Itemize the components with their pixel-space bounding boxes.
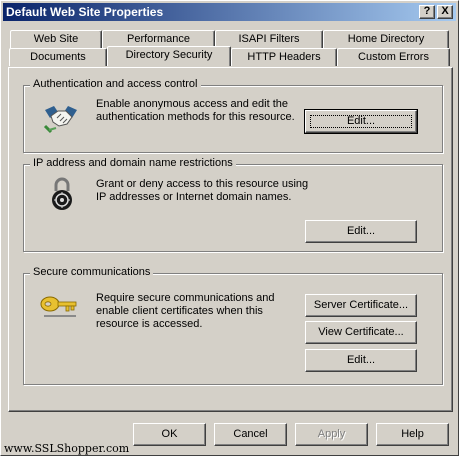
ip-group-title: IP address and domain name restrictions xyxy=(30,157,236,169)
secure-line-3: resource is accessed. xyxy=(96,318,203,330)
tab-label: Performance xyxy=(127,33,190,45)
tab-label: Custom Errors xyxy=(358,51,429,63)
tab-isapi-filters[interactable]: ISAPI Filters xyxy=(215,30,323,48)
tab-label: Directory Security xyxy=(125,49,213,61)
secure-edit-label: Edit... xyxy=(346,354,376,366)
auth-description: Enable anonymous access and edit the aut… xyxy=(96,98,295,124)
handshake-icon xyxy=(43,106,77,134)
ok-button[interactable]: OK xyxy=(133,423,206,446)
secure-line-2: enable client certificates when this xyxy=(96,305,263,317)
cancel-button[interactable]: Cancel xyxy=(214,423,287,446)
view-certificate-button[interactable]: View Certificate... xyxy=(305,321,417,344)
help-title-button[interactable]: ? xyxy=(419,5,435,19)
tab-label: HTTP Headers xyxy=(247,51,321,63)
focus-rect xyxy=(310,115,412,128)
properties-dialog: Default Web Site Properties ? X Web Site… xyxy=(0,0,459,456)
help-label: Help xyxy=(401,428,424,440)
watermark: www.SSLShopper.com xyxy=(4,442,130,455)
ip-edit-label: Edit... xyxy=(346,225,376,237)
server-certificate-label: Server Certificate... xyxy=(313,299,409,311)
auth-group: Authentication and access control Enable… xyxy=(23,78,443,153)
close-icon: X xyxy=(441,5,449,17)
help-question-icon: ? xyxy=(423,5,431,17)
tab-documents[interactable]: Documents xyxy=(9,48,107,66)
secure-line-1: Require secure communications and xyxy=(96,292,275,304)
padlock-icon xyxy=(52,177,72,210)
tab-home-directory[interactable]: Home Directory xyxy=(323,30,449,48)
close-title-button[interactable]: X xyxy=(437,5,453,19)
tab-directory-security[interactable]: Directory Security xyxy=(107,46,231,66)
apply-button[interactable]: Apply xyxy=(295,423,368,446)
tab-label: ISAPI Filters xyxy=(238,33,300,45)
secure-group-title: Secure communications xyxy=(30,266,154,278)
auth-edit-button[interactable]: Edit... xyxy=(304,109,418,134)
title-bar[interactable]: Default Web Site Properties ? X xyxy=(3,3,456,21)
tab-label: Web Site xyxy=(33,33,79,45)
directory-security-panel: Authentication and access control Enable… xyxy=(8,67,453,412)
ip-group: IP address and domain name restrictions … xyxy=(23,157,443,252)
ip-edit-button[interactable]: Edit... xyxy=(305,220,417,243)
secure-edit-button[interactable]: Edit... xyxy=(305,349,417,372)
view-certificate-label: View Certificate... xyxy=(318,326,404,338)
ip-line-1: Grant or deny access to this resource us… xyxy=(96,178,309,190)
secure-description: Require secure communications and enable… xyxy=(96,292,275,331)
tab-label: Documents xyxy=(30,51,86,63)
tab-http-headers[interactable]: HTTP Headers xyxy=(231,48,337,66)
secure-group: Secure communications Require secure com… xyxy=(23,266,443,385)
ok-label: OK xyxy=(161,428,178,440)
ip-description: Grant or deny access to this resource us… xyxy=(96,178,308,204)
tab-label: Home Directory xyxy=(347,33,425,45)
tab-web-site[interactable]: Web Site xyxy=(10,30,102,48)
auth-group-title: Authentication and access control xyxy=(30,78,201,90)
apply-label: Apply xyxy=(317,428,346,440)
tab-custom-errors[interactable]: Custom Errors xyxy=(337,48,450,66)
cancel-label: Cancel xyxy=(233,428,268,440)
window-title: Default Web Site Properties xyxy=(6,5,164,19)
auth-line-2: authentication methods for this resource… xyxy=(96,111,295,123)
help-button[interactable]: Help xyxy=(376,423,449,446)
server-certificate-button[interactable]: Server Certificate... xyxy=(305,294,417,317)
auth-line-1: Enable anonymous access and edit the xyxy=(96,98,289,110)
key-icon xyxy=(40,296,77,317)
ip-line-2: IP addresses or Internet domain names. xyxy=(96,191,292,203)
